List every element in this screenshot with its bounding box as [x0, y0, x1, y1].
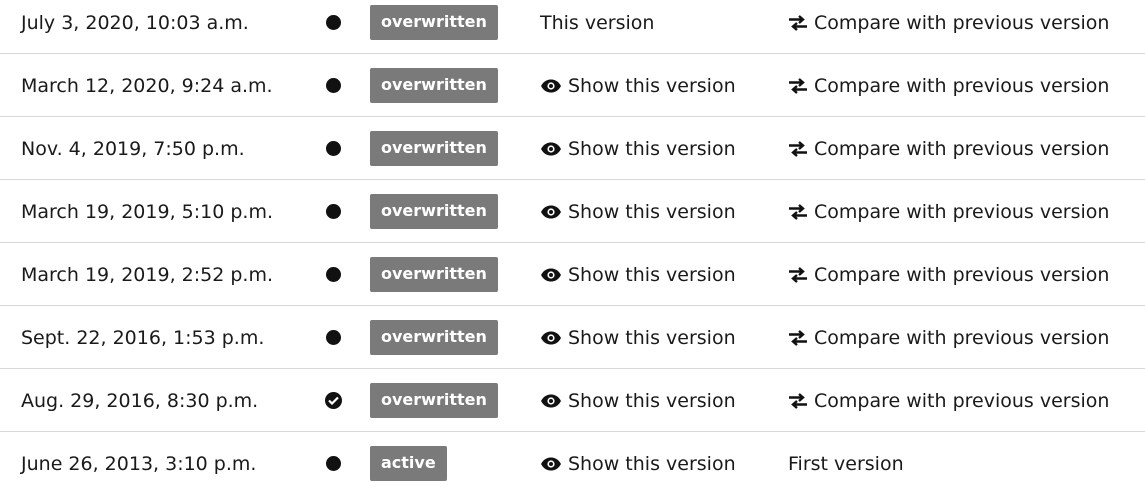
- show-version-link[interactable]: Show this version: [540, 432, 736, 495]
- exchange-arrows-icon: [788, 14, 808, 31]
- show-version-link[interactable]: Show this version: [540, 180, 736, 243]
- version-row: Sept. 22, 2016, 1:53 p.m. overwritten Sh…: [0, 306, 1145, 369]
- version-date: March 12, 2020, 9:24 a.m.: [21, 74, 273, 97]
- version-row: March 19, 2019, 5:10 p.m. overwritten Sh…: [0, 180, 1145, 243]
- eye-icon: [540, 142, 562, 156]
- exchange-arrows-icon: [788, 266, 808, 283]
- show-version-link[interactable]: Show this version: [540, 54, 736, 117]
- badge-cell: overwritten: [370, 180, 498, 243]
- version-row: March 12, 2020, 9:24 a.m. overwritten Sh…: [0, 54, 1145, 117]
- exchange-arrows-icon: [788, 140, 808, 157]
- status-cell: [322, 180, 344, 243]
- show-version-link[interactable]: Show this version: [540, 243, 736, 306]
- status-badge: overwritten: [370, 68, 498, 103]
- compare-previous-link[interactable]: Compare with previous version: [788, 243, 1109, 306]
- badge-cell: overwritten: [370, 306, 498, 369]
- compare-previous-link[interactable]: Compare with previous version: [788, 117, 1109, 180]
- current-version-text: This version: [540, 11, 655, 34]
- compare-previous-link[interactable]: Compare with previous version: [788, 306, 1109, 369]
- eye-icon: [540, 331, 562, 345]
- status-badge: overwritten: [370, 320, 498, 355]
- dot-icon: [325, 330, 341, 345]
- status-cell: [322, 0, 344, 54]
- version-date: July 3, 2020, 10:03 a.m.: [21, 11, 249, 34]
- version-date: March 19, 2019, 5:10 p.m.: [21, 200, 274, 223]
- status-cell: [322, 54, 344, 117]
- status-cell: [322, 306, 344, 369]
- show-version-link[interactable]: Show this version: [540, 306, 736, 369]
- exchange-arrows-icon: [788, 329, 808, 346]
- eye-icon: [540, 457, 562, 471]
- show-link-label: Show this version: [568, 263, 736, 286]
- compare-link-label: Compare with previous version: [814, 389, 1110, 412]
- dot-icon: [325, 15, 341, 30]
- version-date: March 19, 2019, 2:52 p.m.: [21, 263, 274, 286]
- badge-cell: overwritten: [370, 54, 498, 117]
- version-date: June 26, 2013, 3:10 p.m.: [21, 452, 257, 475]
- status-badge: overwritten: [370, 257, 498, 292]
- version-row: June 26, 2013, 3:10 p.m. active Show thi…: [0, 432, 1145, 495]
- version-date: Sept. 22, 2016, 1:53 p.m.: [21, 326, 265, 349]
- show-link-label: Show this version: [568, 326, 736, 349]
- compare-link-label: Compare with previous version: [814, 11, 1110, 34]
- badge-cell: overwritten: [370, 117, 498, 180]
- compare-previous-link[interactable]: Compare with previous version: [788, 54, 1109, 117]
- status-cell: [322, 432, 344, 495]
- badge-cell: overwritten: [370, 369, 498, 432]
- status-badge: active: [370, 446, 447, 481]
- compare-previous-link[interactable]: Compare with previous version: [788, 180, 1109, 243]
- eye-icon: [540, 394, 562, 408]
- exchange-arrows-icon: [788, 392, 808, 409]
- show-link-label: Show this version: [568, 452, 736, 475]
- show-link-label: Show this version: [568, 74, 736, 97]
- status-cell: [322, 243, 344, 306]
- compare-link-label: Compare with previous version: [814, 74, 1110, 97]
- eye-icon: [540, 268, 562, 282]
- show-link-label: Show this version: [568, 137, 736, 160]
- status-cell: [322, 369, 344, 432]
- show-link-label: Show this version: [568, 200, 736, 223]
- first-version-text: First version: [788, 452, 904, 475]
- status-badge: overwritten: [370, 5, 498, 40]
- current-version-label: This version: [540, 0, 654, 54]
- dot-icon: [325, 141, 341, 156]
- version-history-table: July 3, 2020, 10:03 a.m. overwritten Thi…: [0, 0, 1145, 495]
- exchange-arrows-icon: [788, 203, 808, 220]
- status-badge: overwritten: [370, 383, 498, 418]
- badge-cell: active: [370, 432, 447, 495]
- eye-icon: [540, 205, 562, 219]
- show-version-link[interactable]: Show this version: [540, 117, 736, 180]
- compare-link-label: Compare with previous version: [814, 263, 1110, 286]
- version-row: Nov. 4, 2019, 7:50 p.m. overwritten Show…: [0, 117, 1145, 180]
- version-date: Nov. 4, 2019, 7:50 p.m.: [21, 137, 245, 160]
- show-version-link[interactable]: Show this version: [540, 369, 736, 432]
- compare-link-label: Compare with previous version: [814, 326, 1110, 349]
- status-cell: [322, 117, 344, 180]
- badge-cell: overwritten: [370, 243, 498, 306]
- eye-icon: [540, 79, 562, 93]
- status-badge: overwritten: [370, 194, 498, 229]
- dot-icon: [325, 267, 341, 282]
- dot-icon: [325, 78, 341, 93]
- version-row: Aug. 29, 2016, 8:30 p.m. overwritten Sho…: [0, 369, 1145, 432]
- badge-cell: overwritten: [370, 0, 498, 54]
- compare-previous-link[interactable]: Compare with previous version: [788, 0, 1109, 54]
- dot-icon: [325, 204, 341, 219]
- version-row: July 3, 2020, 10:03 a.m. overwritten Thi…: [0, 0, 1145, 54]
- dot-icon: [325, 456, 341, 471]
- compare-link-label: Compare with previous version: [814, 137, 1110, 160]
- first-version-label: First version: [788, 432, 904, 495]
- compare-previous-link[interactable]: Compare with previous version: [788, 369, 1109, 432]
- status-badge: overwritten: [370, 131, 498, 166]
- show-link-label: Show this version: [568, 389, 736, 412]
- version-row: March 19, 2019, 2:52 p.m. overwritten Sh…: [0, 243, 1145, 306]
- version-date: Aug. 29, 2016, 8:30 p.m.: [21, 389, 259, 412]
- exchange-arrows-icon: [788, 77, 808, 94]
- check-circle-icon: [324, 392, 342, 409]
- compare-link-label: Compare with previous version: [814, 200, 1110, 223]
